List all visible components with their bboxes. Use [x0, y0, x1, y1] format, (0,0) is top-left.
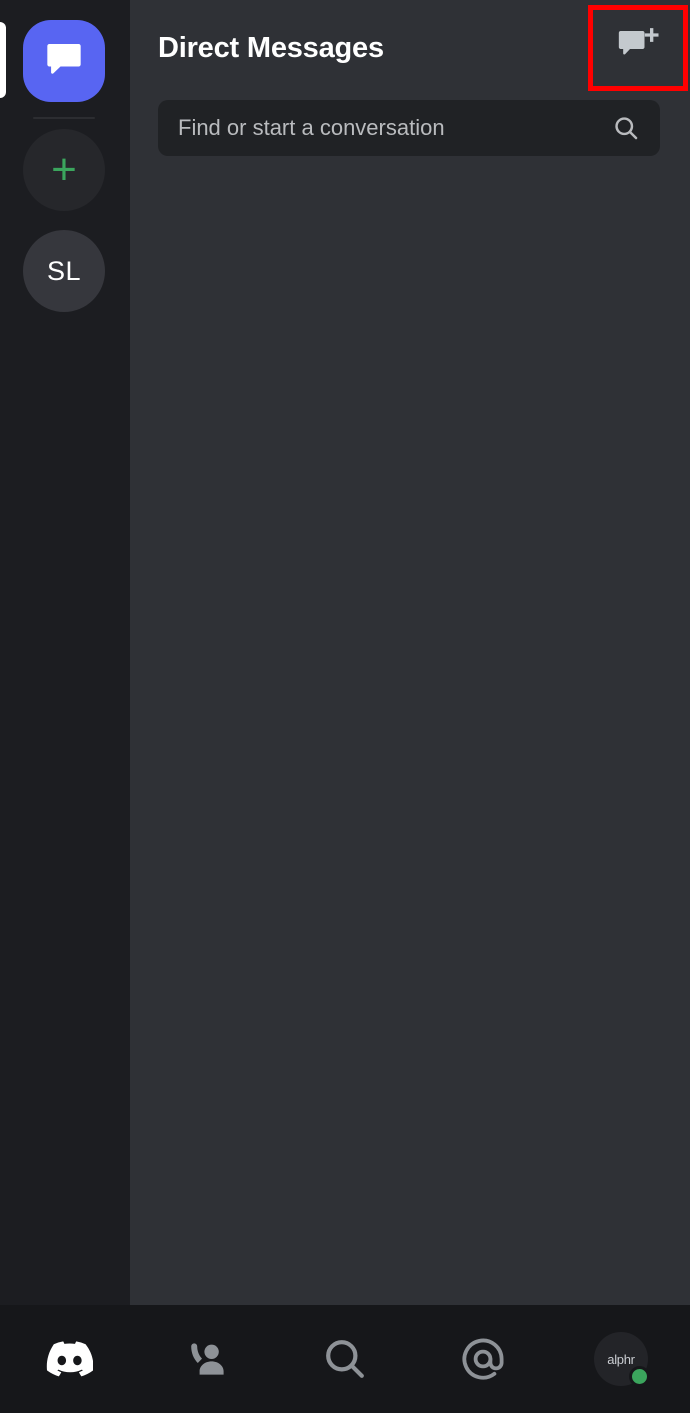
- at-mention-icon: [459, 1335, 507, 1383]
- discord-logo-icon: [45, 1335, 93, 1383]
- server-initials-label: SL: [46, 255, 82, 286]
- nav-item-mentions[interactable]: [414, 1305, 552, 1413]
- active-server-indicator: [0, 22, 6, 98]
- discord-mobile-screen: + SL Direct Messages Find or start a con…: [0, 0, 690, 1413]
- dm-conversation-list[interactable]: [130, 176, 690, 1305]
- nav-item-servers[interactable]: [0, 1305, 138, 1413]
- plus-icon: +: [51, 145, 77, 194]
- sidebar-item-direct-messages[interactable]: [23, 20, 105, 102]
- search-icon[interactable]: [612, 114, 640, 142]
- status-badge: [629, 1366, 650, 1387]
- avatar-wrapper[interactable]: alphr: [594, 1332, 650, 1387]
- search-box[interactable]: [158, 100, 660, 156]
- server-rail: + SL: [0, 0, 130, 1305]
- nav-item-search[interactable]: [276, 1305, 414, 1413]
- search-input[interactable]: [178, 115, 612, 141]
- nav-item-friends[interactable]: [138, 1305, 276, 1413]
- new-message-icon: [616, 26, 660, 71]
- nav-item-profile[interactable]: alphr: [552, 1305, 690, 1413]
- sidebar-item-server-sl[interactable]: SL: [23, 230, 105, 312]
- avatar-label: alphr: [607, 1351, 635, 1367]
- sidebar-item-add-server[interactable]: +: [23, 129, 105, 211]
- dm-header: Direct Messages: [130, 0, 690, 96]
- server-rail-divider: [33, 117, 95, 119]
- friends-person-icon: [183, 1335, 231, 1383]
- direct-messages-panel: Direct Messages: [130, 0, 690, 1305]
- chat-bubble-icon: [44, 39, 84, 84]
- search-icon: [321, 1335, 369, 1383]
- page-title: Direct Messages: [158, 32, 384, 64]
- new-direct-message-button[interactable]: [588, 5, 688, 91]
- search-row: [158, 100, 660, 156]
- bottom-navigation-bar: alphr: [0, 1305, 690, 1413]
